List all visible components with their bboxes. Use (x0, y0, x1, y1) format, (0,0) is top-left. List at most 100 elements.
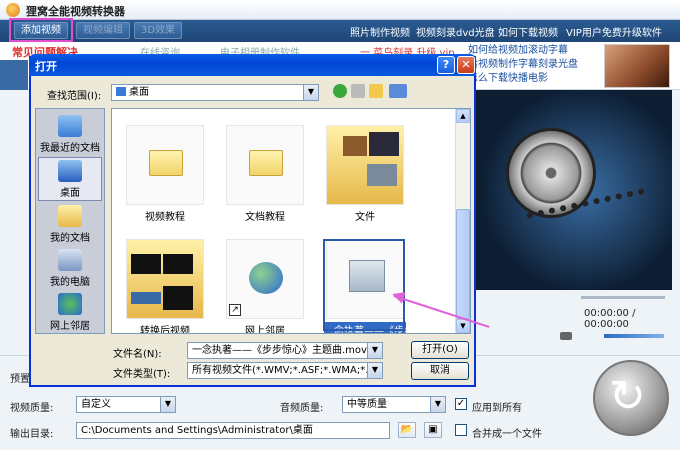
close-button[interactable]: ✕ (457, 56, 475, 74)
up-folder-icon[interactable] (351, 84, 365, 98)
photo-video-link[interactable]: 照片制作视频 (350, 24, 410, 39)
new-folder-icon[interactable] (369, 84, 383, 98)
dialog-title-bar: 打开 ? ✕ (29, 54, 476, 76)
computer-icon (58, 249, 82, 271)
main-toolbar: 添加视频 视频编辑 3D效果 照片制作视频 视频刻录dvd光盘 如何下载视频 V… (0, 20, 680, 42)
place-my-computer[interactable]: 我的电脑 (38, 247, 102, 291)
lookin-label: 查找范围(I): (47, 91, 102, 102)
lookin-select[interactable]: 桌面 ▼ (111, 84, 319, 101)
chevron-down-icon: ▼ (367, 363, 382, 378)
selection-highlight (323, 239, 405, 331)
apply-all-checkbox[interactable]: ✓ (455, 398, 467, 410)
video-quality-label: 视频质量: (10, 403, 54, 414)
file-name: 网上邻居 (245, 326, 285, 334)
filetype-label: 文件类型(T): (113, 369, 171, 380)
image-thumb-icon (367, 164, 397, 186)
image-thumb-icon (163, 286, 193, 310)
open-file-dialog: 打开 ? ✕ 查找范围(I): 桌面 ▼ 我最近的文档 桌面 我的文档 我的电脑… (29, 54, 476, 387)
place-label: 我的文档 (50, 233, 90, 244)
download-video-link[interactable]: 如何下载视频 (498, 24, 558, 39)
shortcut-arrow-icon: ↗ (229, 304, 241, 316)
place-recent[interactable]: 我最近的文档 (38, 113, 102, 157)
app-logo-icon (6, 3, 20, 17)
filename-value: 一念执著——《步步惊心》主题曲.mov (192, 345, 367, 356)
output-dir-input[interactable]: C:\Documents and Settings\Administrator\… (76, 422, 390, 439)
image-thumb-icon (343, 136, 367, 156)
file-item[interactable]: ↗ 网上邻居 (224, 239, 306, 334)
video-quality-select[interactable]: 自定义 ▼ (76, 396, 176, 413)
place-desktop[interactable]: 桌面 (38, 157, 102, 201)
file-thumb (126, 125, 204, 205)
place-my-documents[interactable]: 我的文档 (38, 203, 102, 247)
audio-quality-value: 中等质量 (347, 399, 387, 410)
ad-links: 如何给视频加滚动字幕 给视频制作字幕刻录光盘 怎么下载快播电影 (468, 44, 598, 86)
audio-quality-select[interactable]: 中等质量 ▼ (342, 396, 446, 413)
filetype-value: 所有视频文件(*.WMV;*.ASF;*.WMA;*.AVI; (192, 365, 383, 376)
merge-checkbox[interactable] (455, 424, 467, 436)
lookin-value: 桌面 (129, 87, 149, 98)
browse-folder-icon[interactable]: ▣ (424, 422, 442, 438)
file-name: 转换后视频 (140, 326, 190, 334)
file-item[interactable]: 文档教程 (224, 125, 306, 223)
snapshot-icon[interactable] (560, 332, 572, 340)
playback-time: 00:00:00 / 00:00:00 (584, 308, 636, 330)
vip-upgrade-link[interactable]: VIP用户免费升级软件 (566, 24, 662, 39)
back-icon[interactable] (333, 84, 347, 98)
desktop-icon (58, 160, 82, 182)
file-item[interactable]: 视频教程 (124, 125, 206, 223)
left-task-strip (0, 60, 28, 90)
vertical-scrollbar[interactable]: ▲ ▼ (455, 109, 470, 333)
file-item[interactable]: 转换后视频 (124, 239, 206, 334)
app-title: 狸窝全能视频转换器 (26, 5, 125, 18)
place-network[interactable]: 网上邻居 (38, 291, 102, 335)
ad-link[interactable]: 怎么下载快播电影 (468, 72, 598, 86)
file-name: 文件 (355, 212, 375, 223)
view-menu-icon[interactable] (389, 84, 407, 98)
output-dir-label: 输出目录: (10, 429, 54, 440)
filename-input[interactable]: 一念执著——《步步惊心》主题曲.mov ▼ (187, 342, 383, 359)
ad-link[interactable]: 如何给视频加滚动字幕 (468, 44, 598, 58)
file-name: 文档教程 (245, 212, 285, 223)
place-label: 我最近的文档 (40, 143, 100, 154)
file-item[interactable]: 文件 (324, 125, 406, 223)
add-video-highlight (9, 18, 73, 42)
edit-video-button[interactable]: 视频编辑 (76, 22, 130, 39)
image-thumb-icon (369, 132, 399, 156)
recent-docs-icon (58, 115, 82, 137)
open-button[interactable]: 打开(O) (411, 341, 469, 359)
video-quality-value: 自定义 (81, 399, 111, 410)
filetype-select[interactable]: 所有视频文件(*.WMV;*.ASF;*.WMA;*.AVI; ▼ (187, 362, 383, 379)
chevron-down-icon: ▼ (160, 397, 175, 412)
file-thumb: ↗ (226, 239, 304, 319)
places-bar: 我最近的文档 桌面 我的文档 我的电脑 网上邻居 (35, 108, 105, 334)
folder-icon (58, 205, 82, 227)
desktop-icon (116, 87, 126, 96)
chevron-down-icon: ▼ (430, 397, 445, 412)
place-label: 桌面 (60, 188, 80, 199)
cancel-button[interactable]: 取消 (411, 362, 469, 380)
folder-icon (149, 150, 183, 176)
help-button[interactable]: ? (437, 56, 455, 74)
file-thumb (326, 125, 404, 205)
volume-slider[interactable] (604, 334, 664, 338)
dvd-burn-link[interactable]: 视频刻录dvd光盘 (416, 24, 495, 39)
image-thumb-icon (131, 254, 161, 274)
ad-image[interactable] (604, 44, 670, 88)
scroll-thumb[interactable] (456, 209, 470, 319)
place-label: 我的电脑 (50, 277, 90, 288)
folder-open-icon[interactable]: 📂 (398, 422, 416, 438)
scroll-up-icon[interactable]: ▲ (456, 109, 470, 123)
convert-button[interactable]: ↻ (593, 360, 669, 436)
preset-label: 预置 (10, 374, 30, 385)
convert-icon: ↻ (609, 371, 646, 422)
ad-link[interactable]: 给视频制作字幕刻录光盘 (468, 58, 598, 72)
network-icon (58, 293, 82, 315)
seek-bar[interactable] (581, 296, 665, 299)
file-thumb (126, 239, 204, 319)
chevron-down-icon: ▼ (367, 343, 382, 358)
image-thumb-icon (163, 254, 193, 274)
file-thumb (226, 125, 304, 205)
effect-3d-button[interactable]: 3D效果 (134, 22, 183, 39)
image-thumb-icon (131, 292, 161, 304)
filename-label: 文件名(N): (113, 349, 162, 360)
